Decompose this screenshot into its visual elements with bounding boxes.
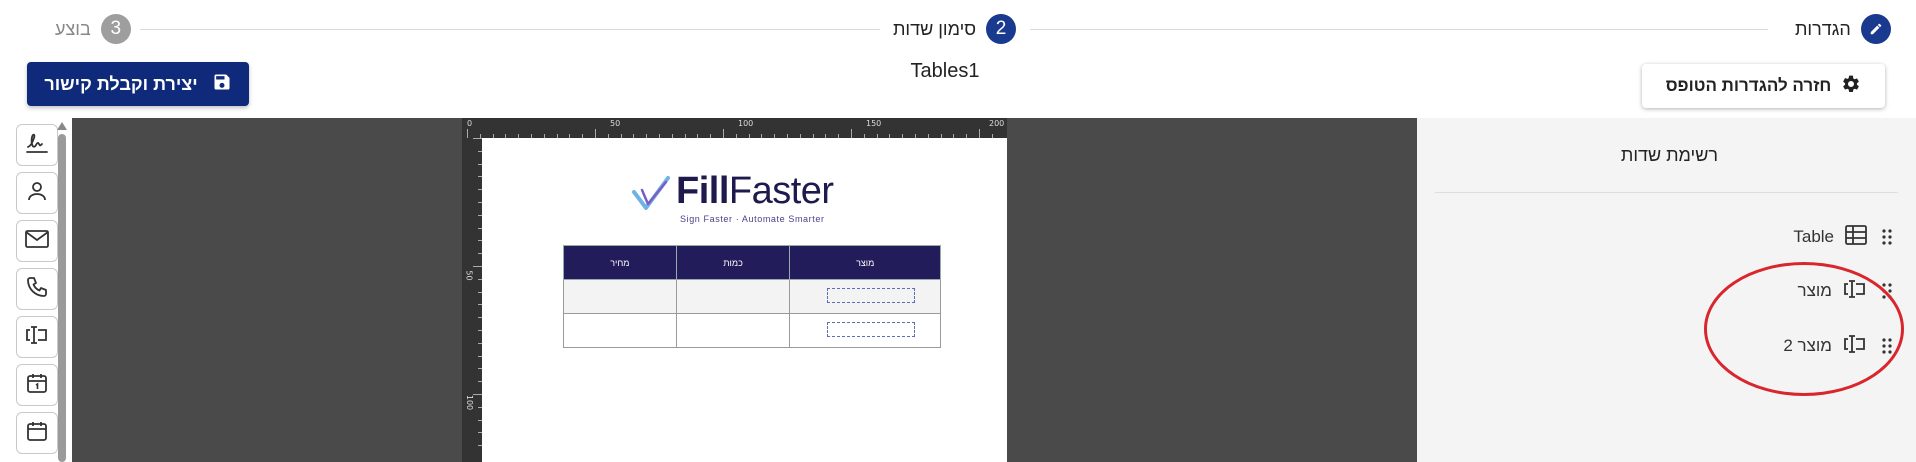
- step-label: בוצע: [55, 18, 91, 39]
- logo-wordmark: FillFaster: [676, 170, 834, 212]
- ruler-label: 150: [866, 119, 882, 128]
- ruler-label: 100: [738, 119, 754, 128]
- create-link-label: יצירת וקבלת קישור: [44, 73, 198, 94]
- create-link-button[interactable]: יצירת וקבלת קישור: [27, 62, 249, 106]
- field-toolbar: [0, 118, 70, 462]
- field-item-product-2[interactable]: מוצר 2: [1783, 331, 1896, 361]
- table-row: [563, 279, 941, 314]
- panel-divider: [1435, 192, 1898, 193]
- column-header: מחיר: [563, 245, 677, 280]
- step-label: הגדרות: [1795, 18, 1851, 39]
- logo-check-icon: [632, 176, 670, 210]
- table-icon: [1844, 224, 1868, 251]
- field-item-label: Table: [1793, 227, 1834, 246]
- ruler-label: 0: [467, 119, 473, 128]
- product-2-field-placeholder[interactable]: [827, 322, 915, 337]
- scroll-thumb[interactable]: [58, 134, 66, 462]
- table-cell: [675, 313, 791, 348]
- ruler-tick: [473, 266, 482, 267]
- date-icon: [25, 371, 49, 400]
- calendar-icon: [25, 419, 49, 448]
- drag-handle-icon[interactable]: [1878, 338, 1896, 354]
- phone-tool[interactable]: [16, 268, 58, 310]
- field-item-label: מוצר: [1797, 281, 1832, 300]
- step-mark-fields[interactable]: 2 סימון שדות: [893, 14, 1017, 44]
- fields-panel-title: רשימת שדות: [1620, 145, 1718, 165]
- stepper-connector: [1030, 29, 1768, 30]
- ruler-tick: [723, 129, 724, 138]
- product-field-placeholder[interactable]: [827, 288, 915, 303]
- ruler-horizontal: 0 50 100 150 200: [462, 118, 1007, 138]
- stepper: הגדרות 2 סימון שדות 3 בוצע: [0, 0, 1916, 58]
- ruler-vertical: 50 100: [462, 138, 482, 462]
- field-item-label: מוצר 2: [1783, 336, 1832, 355]
- back-to-settings-button[interactable]: חזרה להגדרות הטופס: [1642, 64, 1885, 108]
- ruler-tick: [851, 129, 852, 138]
- product-table[interactable]: מוצר כמות מחיר: [563, 245, 941, 348]
- name-tool[interactable]: [16, 172, 58, 214]
- drag-handle-icon[interactable]: [1878, 229, 1896, 245]
- phone-icon: [25, 275, 49, 304]
- stepper-connector: [140, 29, 880, 30]
- save-icon: [212, 72, 232, 97]
- pencil-icon: [1860, 14, 1891, 44]
- scroll-up-arrow-icon[interactable]: [57, 122, 67, 130]
- column-header: כמות: [675, 245, 791, 280]
- table-cell: [563, 313, 677, 348]
- step-number: 3: [100, 14, 131, 44]
- ruler-tick: [467, 129, 468, 138]
- text-tool[interactable]: [16, 316, 58, 358]
- field-item-table[interactable]: Table: [1793, 222, 1896, 252]
- table-cell: [789, 313, 941, 348]
- person-icon: [25, 179, 49, 208]
- text-field-icon: [1842, 278, 1868, 305]
- ruler-tick: [473, 394, 482, 395]
- ruler-tick: [473, 138, 482, 139]
- document-title: Tables1: [910, 60, 980, 82]
- table-header-row: מוצר כמות מחיר: [563, 245, 941, 280]
- fillfaster-logo: FillFaster Sign Faster · Automate Smarte…: [632, 170, 852, 224]
- pdf-page[interactable]: FillFaster Sign Faster · Automate Smarte…: [482, 138, 1007, 462]
- text-field-icon: [24, 324, 50, 351]
- back-to-settings-label: חזרה להגדרות הטופס: [1665, 76, 1832, 95]
- email-icon: [24, 228, 50, 255]
- step-done[interactable]: 3 בוצע: [55, 14, 131, 44]
- drag-handle-icon[interactable]: [1878, 283, 1896, 299]
- ruler-label: 100: [465, 394, 475, 411]
- toolbar-scrollbar[interactable]: [57, 118, 67, 462]
- email-tool[interactable]: [16, 220, 58, 262]
- calendar-tool[interactable]: [16, 412, 58, 454]
- ruler-label: 50: [464, 270, 474, 281]
- table-row: [563, 313, 941, 348]
- column-header: מוצר: [789, 245, 941, 280]
- fields-panel: רשימת שדות Table מוצר מוצר 2: [1417, 118, 1916, 462]
- table-cell: [563, 279, 677, 314]
- logo-tagline: Sign Faster · Automate Smarter: [680, 214, 825, 224]
- step-label: סימון שדות: [893, 18, 977, 39]
- step-settings[interactable]: הגדרות: [1795, 14, 1891, 44]
- ruler-label: 50: [610, 119, 621, 128]
- document-canvas[interactable]: 0 50 100 150 200 50 100 FillFaster Sign …: [72, 118, 1417, 462]
- step-number: 2: [986, 14, 1017, 44]
- ruler-tick: [595, 129, 596, 138]
- signature-tool[interactable]: [16, 124, 58, 166]
- ruler-tick: [979, 129, 980, 138]
- text-field-icon: [1842, 333, 1868, 360]
- signature-icon: [24, 130, 50, 161]
- date-tool[interactable]: [16, 364, 58, 406]
- table-cell: [675, 279, 791, 314]
- ruler-label: 200: [989, 119, 1005, 128]
- gear-icon: [1841, 74, 1861, 99]
- table-cell: [789, 279, 941, 314]
- field-item-product[interactable]: מוצר: [1798, 276, 1896, 306]
